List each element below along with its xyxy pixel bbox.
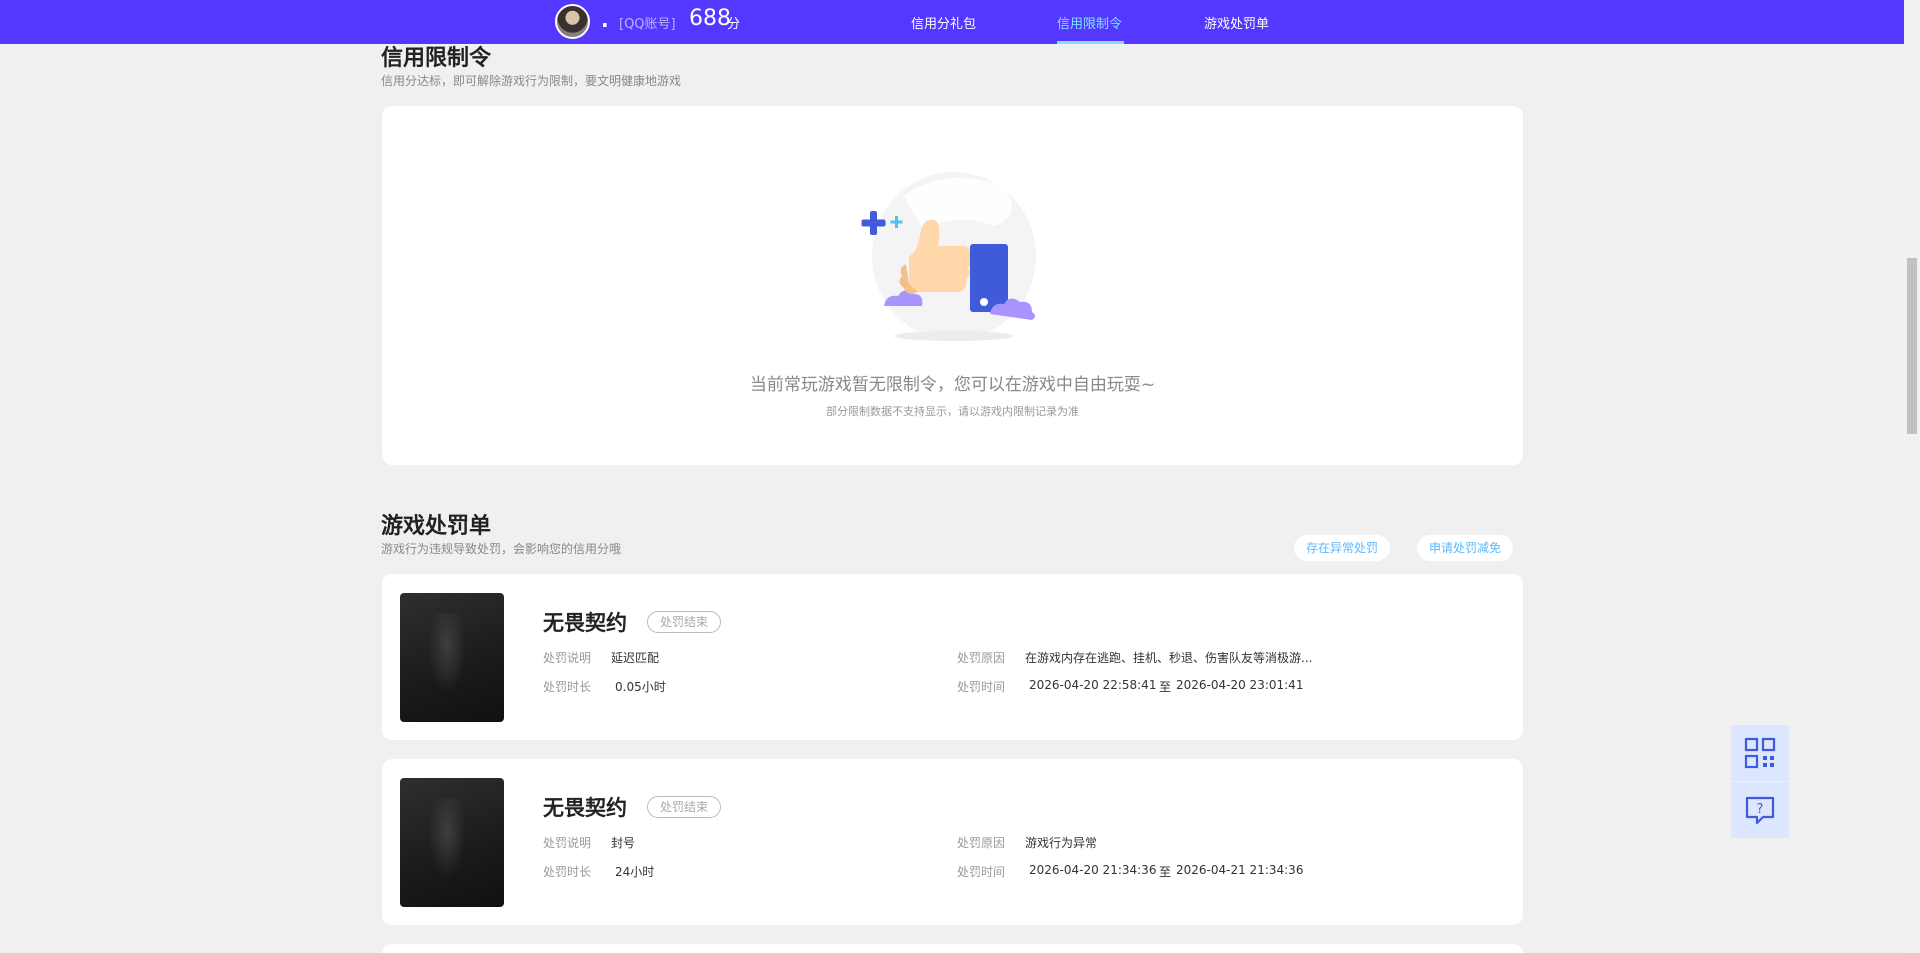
qr-code-button[interactable] <box>1731 725 1789 781</box>
penalty-end-time: 2026-04-21 21:34:36 <box>1176 863 1304 877</box>
account-type-label: [QQ账号] <box>619 17 676 32</box>
penalty-start-time: 2026-04-20 22:58:41 <box>1029 678 1157 692</box>
help-chat-icon: ? <box>1745 796 1775 825</box>
status-badge: 处罚结束 <box>647 611 722 633</box>
active-tab-indicator <box>1057 41 1124 44</box>
status-badge: 处罚结束 <box>647 796 722 818</box>
penalty-time-label: 处罚时间 <box>957 865 1006 879</box>
game-name: 无畏契约 <box>543 796 627 820</box>
penalty-card[interactable]: 无畏契约 处罚结束 处罚说明 封号 处罚时长 24小时 处罚原因 游戏行为异常 … <box>382 759 1523 925</box>
penalty-time-separator: 至 <box>1159 865 1172 879</box>
penalty-reason-label: 处罚原因 <box>957 836 1006 850</box>
tab-game-penalty[interactable]: 游戏处罚单 <box>1204 13 1269 32</box>
thumbs-up-illustration <box>861 172 1036 341</box>
abnormal-penalty-button[interactable]: 存在异常处罚 <box>1294 535 1391 561</box>
penalty-desc-value: 延迟匹配 <box>611 651 660 665</box>
tab-credit-restriction[interactable]: 信用限制令 <box>1057 13 1122 32</box>
restriction-section-title: 信用限制令 <box>381 46 492 71</box>
penalty-card[interactable] <box>382 944 1523 953</box>
credit-score: 688 <box>689 6 731 31</box>
user-nickname: . <box>601 8 609 32</box>
penalty-time-separator: 至 <box>1159 680 1172 694</box>
penalty-duration-value: 0.05小时 <box>615 680 666 694</box>
scrollbar-thumb[interactable] <box>1907 258 1917 434</box>
penalty-time-label: 处罚时间 <box>957 680 1006 694</box>
help-button[interactable]: ? <box>1731 782 1789 838</box>
game-cover-image <box>400 593 504 722</box>
penalty-desc-label: 处罚说明 <box>543 836 592 850</box>
penalty-section-title: 游戏处罚单 <box>381 514 492 539</box>
restriction-data-note: 部分限制数据不支持显示，请以游戏内限制记录为准 <box>826 405 1079 418</box>
restriction-section-subtitle: 信用分达标，即可解除游戏行为限制，要文明健康地游戏 <box>381 74 682 88</box>
penalty-card[interactable]: 无畏契约 处罚结束 处罚说明 延迟匹配 处罚时长 0.05小时 处罚原因 在游戏… <box>382 574 1523 740</box>
empty-restriction-message: 当前常玩游戏暂无限制令，您可以在游戏中自由玩耍~ <box>749 375 1156 395</box>
game-cover-image <box>400 778 504 907</box>
top-nav-bar: . [QQ账号] 688 分 信用分礼包 信用限制令 游戏处罚单 <box>0 0 1904 44</box>
penalty-duration-label: 处罚时长 <box>543 680 592 694</box>
tab-credit-gift[interactable]: 信用分礼包 <box>911 13 976 32</box>
restriction-card: 当前常玩游戏暂无限制令，您可以在游戏中自由玩耍~ 部分限制数据不支持显示，请以游… <box>382 106 1523 465</box>
svg-text:?: ? <box>1757 802 1764 817</box>
penalty-duration-value: 24小时 <box>615 865 655 879</box>
penalty-reason-value: 游戏行为异常 <box>1025 836 1098 850</box>
penalty-section-subtitle: 游戏行为违规导致处罚，会影响您的信用分哦 <box>381 542 622 556</box>
apply-penalty-reduction-button[interactable]: 申请处罚减免 <box>1417 535 1514 561</box>
penalty-duration-label: 处罚时长 <box>543 865 592 879</box>
penalty-reason-label: 处罚原因 <box>957 651 1006 665</box>
credit-score-unit: 分 <box>727 17 741 32</box>
avatar[interactable] <box>555 4 590 39</box>
penalty-desc-value: 封号 <box>611 836 636 850</box>
penalty-reason-value: 在游戏内存在逃跑、挂机、秒退、伤害队友等消极游... <box>1025 651 1313 665</box>
penalty-end-time: 2026-04-20 23:01:41 <box>1176 678 1304 692</box>
penalty-start-time: 2026-04-20 21:34:36 <box>1029 863 1157 877</box>
penalty-desc-label: 处罚说明 <box>543 651 592 665</box>
page-scrollbar[interactable] <box>1904 0 1920 953</box>
game-name: 无畏契约 <box>543 611 627 635</box>
qr-code-icon <box>1744 737 1776 769</box>
